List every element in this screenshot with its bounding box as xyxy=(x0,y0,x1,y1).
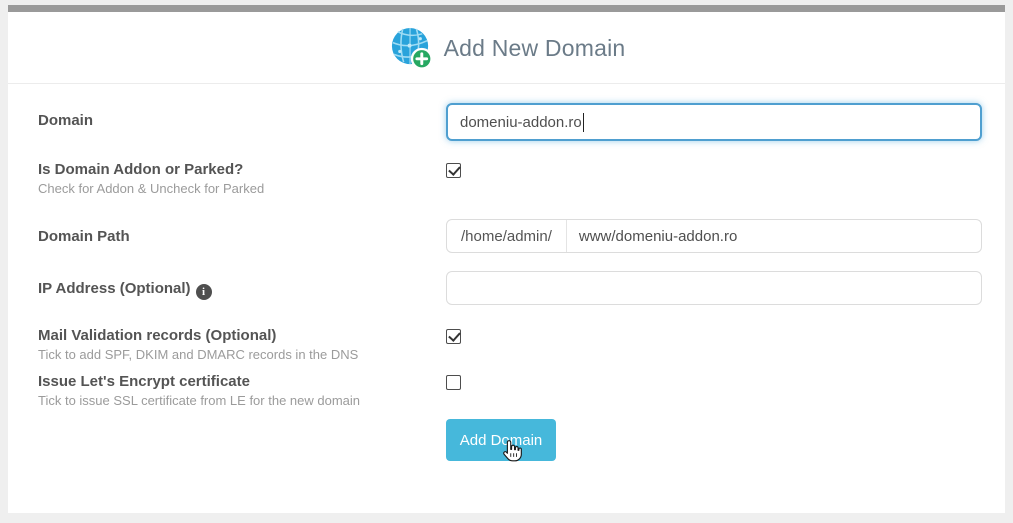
mail-validation-helper: Tick to add SPF, DKIM and DMARC records … xyxy=(38,347,359,362)
text-caret xyxy=(582,112,584,132)
add-domain-button[interactable]: Add Domain xyxy=(446,419,556,461)
form-row-lets-encrypt: Issue Let's Encrypt certificate Tick to … xyxy=(38,372,982,410)
domain-label: Domain xyxy=(38,112,94,129)
form-row-submit: Add Domain xyxy=(38,419,982,462)
add-domain-panel: Add New Domain Domain domeniu-addon.ro I… xyxy=(8,5,1005,513)
addon-parked-label-col: Is Domain Addon or Parked? Check for Add… xyxy=(38,160,446,198)
lets-encrypt-label-col: Issue Let's Encrypt certificate Tick to … xyxy=(38,372,446,410)
domain-path-prefix: /home/admin/ xyxy=(447,220,567,252)
domain-path-input[interactable]: /home/admin/ www/domeniu-addon.ro xyxy=(446,219,982,253)
domain-input[interactable]: domeniu-addon.ro xyxy=(446,103,982,141)
ip-address-label-col: IP Address (Optional) i xyxy=(38,271,446,300)
addon-parked-helper: Check for Addon & Uncheck for Parked xyxy=(38,181,265,196)
form-row-addon-parked: Is Domain Addon or Parked? Check for Add… xyxy=(38,160,982,198)
lets-encrypt-helper: Tick to issue SSL certificate from LE fo… xyxy=(38,393,361,408)
lets-encrypt-label: Issue Let's Encrypt certificate xyxy=(38,373,250,390)
domain-input-value: domeniu-addon.ro xyxy=(460,113,582,131)
panel-header: Add New Domain xyxy=(8,12,1005,84)
add-domain-form: Domain domeniu-addon.ro Is Domain Addon … xyxy=(8,84,1005,462)
form-row-domain-path: Domain Path /home/admin/ www/domeniu-add… xyxy=(38,219,982,253)
form-row-mail-validation: Mail Validation records (Optional) Tick … xyxy=(38,326,982,364)
info-icon[interactable]: i xyxy=(195,284,212,300)
mail-validation-label: Mail Validation records (Optional) xyxy=(38,327,277,344)
form-row-domain: Domain domeniu-addon.ro xyxy=(38,103,982,141)
domain-path-value: www/domeniu-addon.ro xyxy=(578,227,738,245)
ip-address-label: IP Address (Optional) xyxy=(38,280,191,297)
domain-label-col: Domain xyxy=(38,103,446,130)
domain-path-label-col: Domain Path xyxy=(38,219,446,246)
domain-path-label: Domain Path xyxy=(38,228,130,245)
ip-address-input[interactable] xyxy=(446,271,982,305)
globe-add-icon xyxy=(391,27,433,70)
addon-parked-checkbox[interactable] xyxy=(446,163,461,178)
lets-encrypt-checkbox[interactable] xyxy=(446,375,461,390)
form-row-ip-address: IP Address (Optional) i xyxy=(38,271,982,305)
mail-validation-label-col: Mail Validation records (Optional) Tick … xyxy=(38,326,446,364)
addon-parked-label: Is Domain Addon or Parked? xyxy=(38,161,244,178)
mail-validation-checkbox[interactable] xyxy=(446,329,461,344)
page-title: Add New Domain xyxy=(443,35,626,61)
